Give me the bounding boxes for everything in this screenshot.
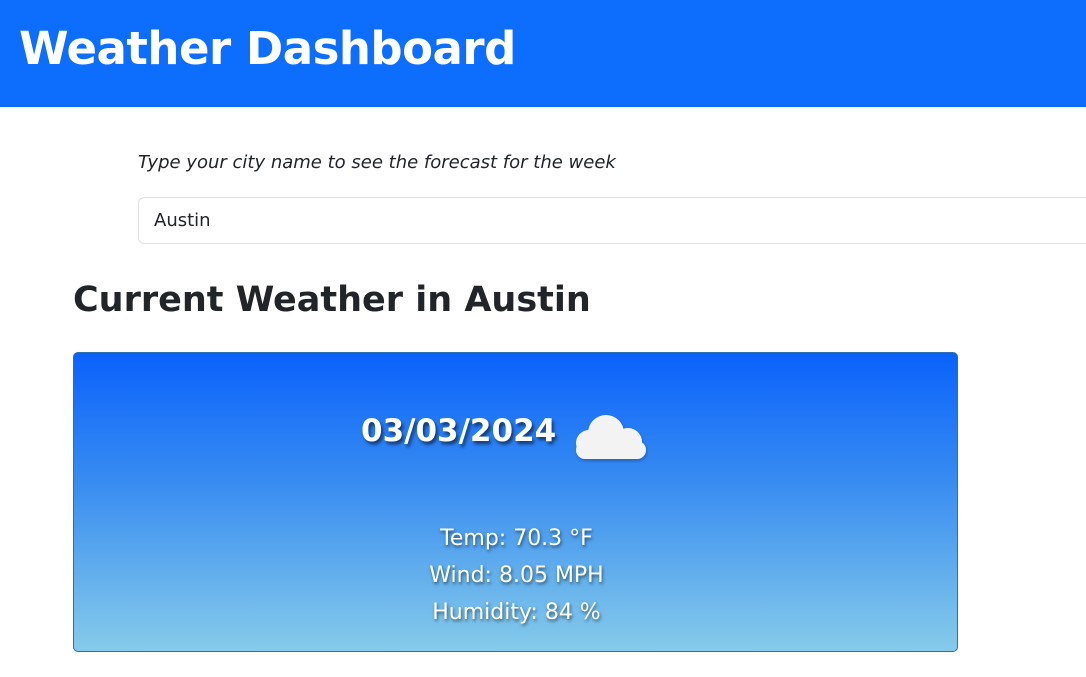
city-search-prompt: Type your city name to see the forecast … (138, 152, 616, 173)
current-weather-title: Current Weather in Austin (73, 280, 591, 320)
page-title: Weather Dashboard (19, 22, 516, 75)
page-header: Weather Dashboard (0, 0, 1086, 107)
temperature-value: Temp: 70.3 °F (440, 526, 593, 551)
weather-date: 03/03/2024 (361, 413, 557, 449)
wind-value: Wind: 8.05 MPH (429, 563, 604, 588)
humidity-value: Humidity: 84 % (432, 600, 601, 625)
city-search-input[interactable] (138, 197, 1086, 244)
current-weather-card: 03/03/2024 Temp: 70.3 °F Wind: 8.05 MPH … (73, 352, 958, 652)
cloud-icon (576, 415, 646, 459)
